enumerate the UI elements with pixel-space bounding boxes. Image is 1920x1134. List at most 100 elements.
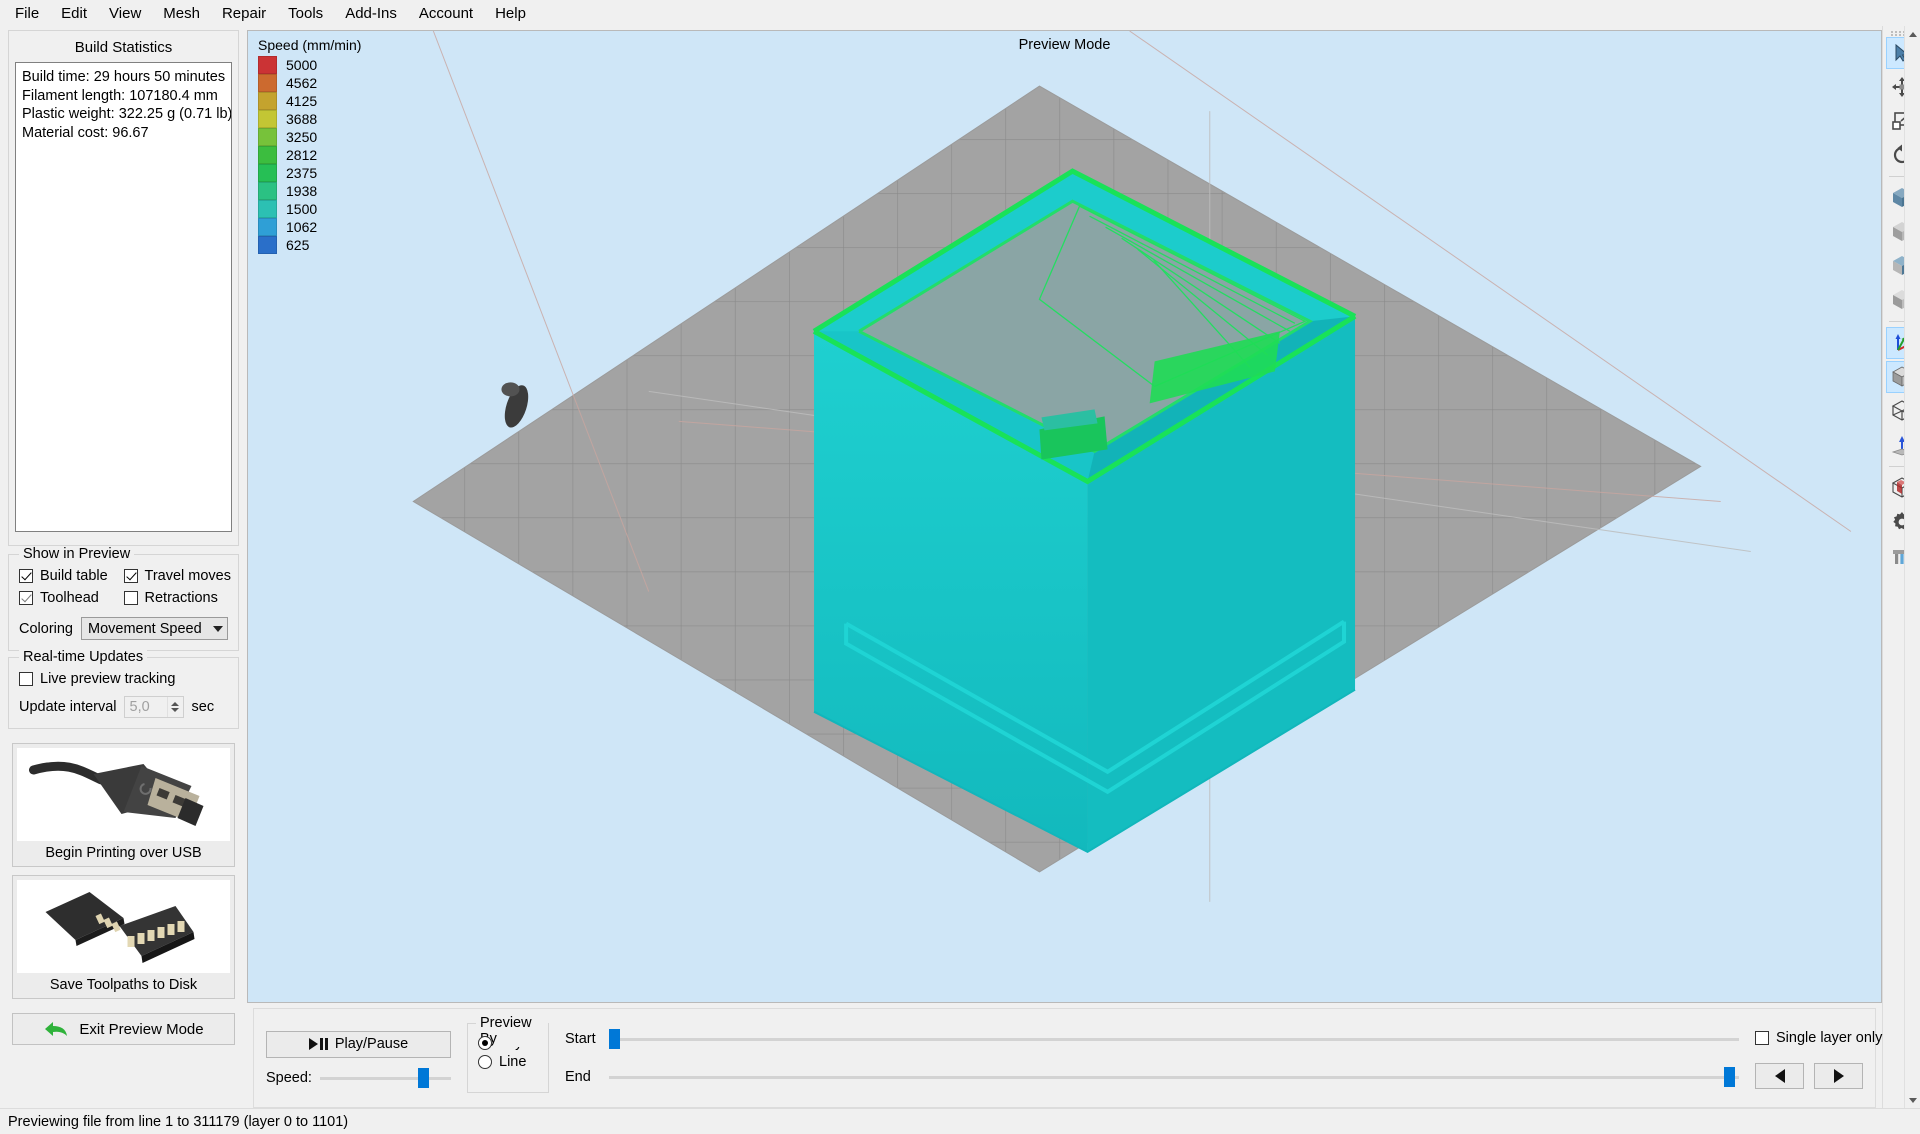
start-slider-thumb[interactable] [609, 1029, 620, 1049]
menu-item-help[interactable]: Help [484, 2, 537, 25]
checkbox-retractions[interactable]: Retractions [123, 590, 229, 606]
legend-value: 1500 [286, 201, 318, 217]
menu-item-repair[interactable]: Repair [211, 2, 277, 25]
next-layer-button[interactable] [1814, 1063, 1863, 1089]
menu-item-file[interactable]: File [4, 2, 50, 25]
legend-swatch [258, 56, 277, 74]
show-in-preview-group: Show in Preview Build table Travel moves… [8, 546, 239, 651]
coloring-dropdown[interactable]: Movement Speed [81, 617, 228, 640]
sd-card-icon [45, 892, 195, 963]
menu-item-tools[interactable]: Tools [277, 2, 334, 25]
coloring-label: Coloring [19, 620, 73, 637]
menu-bar: File Edit View Mesh Repair Tools Add-Ins… [0, 0, 1920, 26]
legend-swatch [258, 146, 277, 164]
triangle-right-icon [1833, 1069, 1844, 1083]
usb-icon [29, 761, 204, 826]
material-cost-line: Material cost: 96.67 [22, 124, 149, 141]
back-arrow-icon [45, 1022, 68, 1036]
layer-radio-button[interactable] [478, 1036, 492, 1050]
legend-row: 4125 [258, 92, 361, 110]
checkbox-live-preview-tracking[interactable]: Live preview tracking [19, 671, 228, 687]
stepper-arrows[interactable] [166, 697, 183, 717]
previous-layer-button[interactable] [1755, 1063, 1804, 1089]
legend-value: 4562 [286, 75, 318, 91]
legend-swatch [258, 164, 277, 182]
speed-slider-thumb[interactable] [418, 1067, 430, 1088]
legend-value: 1062 [286, 219, 318, 235]
toolhead-checkbox-box[interactable] [19, 591, 33, 605]
build-statistics-panel: Build Statistics Build time: 29 hours 50… [8, 30, 239, 546]
left-panel: Build Statistics Build time: 29 hours 50… [0, 26, 247, 1108]
viewport-column: Preview Mode Speed (mm/min) 5000 4562 41… [247, 26, 1882, 1108]
toolhead-marker [501, 382, 529, 428]
end-slider-thumb[interactable] [1724, 1067, 1736, 1087]
play-pause-icon [308, 1038, 328, 1050]
exit-preview-mode-button[interactable]: Exit Preview Mode [12, 1013, 235, 1045]
legend-row: 2812 [258, 146, 361, 164]
begin-printing-over-usb-button[interactable]: Begin Printing over USB [12, 743, 235, 867]
legend-swatch [258, 236, 277, 254]
checkbox-single-layer-only[interactable]: Single layer only [1755, 1030, 1882, 1046]
radio-preview-by-line[interactable]: Line [478, 1054, 540, 1070]
usb-button-label: Begin Printing over USB [45, 845, 202, 861]
travel-moves-label: Travel moves [144, 568, 231, 584]
3d-viewport[interactable]: Preview Mode Speed (mm/min) 5000 4562 41… [247, 30, 1882, 1003]
menu-item-view[interactable]: View [98, 2, 152, 25]
checkbox-toolhead[interactable]: Toolhead [19, 590, 124, 606]
preview-by-group: Preview By Layer Line [467, 1015, 549, 1093]
legend-value: 2812 [286, 147, 318, 163]
menu-item-edit[interactable]: Edit [50, 2, 98, 25]
update-interval-stepper[interactable]: 5,0 [123, 696, 184, 718]
scroll-down-button[interactable] [1905, 1092, 1920, 1108]
window-scrollbar[interactable] [1904, 26, 1920, 1108]
line-radio-label: Line [499, 1054, 527, 1070]
start-slider-track [609, 1038, 1739, 1041]
checkbox-travel-moves[interactable]: Travel moves [123, 568, 231, 584]
range-sliders: Start End [565, 1029, 1739, 1087]
legend-row: 1938 [258, 182, 361, 200]
menu-item-addins[interactable]: Add-Ins [334, 2, 408, 25]
nav-buttons [1755, 1063, 1863, 1089]
speed-label: Speed: [266, 1069, 312, 1086]
live-preview-checkbox-box[interactable] [19, 672, 33, 686]
end-slider-row: End [565, 1067, 1739, 1087]
legend-value: 4125 [286, 93, 318, 109]
update-interval-unit: sec [191, 699, 215, 715]
update-interval-row: Update interval 5,0 sec [19, 696, 228, 718]
build-time-line: Build time: 29 hours 50 minutes [22, 69, 226, 85]
triangle-left-icon [1774, 1069, 1785, 1083]
chevron-down-icon [213, 625, 223, 632]
build-statistics-title: Build Statistics [74, 39, 173, 56]
speed-row: Speed: [266, 1067, 451, 1088]
menu-item-mesh[interactable]: Mesh [152, 2, 211, 25]
application-window: File Edit View Mesh Repair Tools Add-Ins… [0, 0, 1920, 1134]
scroll-up-button[interactable] [1905, 26, 1920, 42]
save-toolpaths-to-disk-button[interactable]: Save Toolpaths to Disk [12, 875, 235, 999]
live-preview-label: Live preview tracking [40, 671, 176, 687]
legend-row: 2375 [258, 164, 361, 182]
retractions-checkbox-box[interactable] [123, 591, 138, 605]
show-in-preview-title: Show in Preview [19, 546, 135, 562]
legend-value: 625 [286, 237, 310, 253]
update-interval-value: 5,0 [129, 699, 150, 715]
start-label: Start [565, 1031, 596, 1047]
single-layer-checkbox-box[interactable] [1755, 1031, 1769, 1045]
play-pause-button[interactable]: Play/Pause [266, 1030, 451, 1058]
start-slider[interactable] [609, 1029, 1739, 1049]
legend-value: 3250 [286, 129, 318, 145]
menu-item-account[interactable]: Account [408, 2, 484, 25]
build-table-checkbox-box[interactable] [19, 569, 33, 583]
line-radio-button[interactable] [478, 1055, 492, 1069]
exit-button-label: Exit Preview Mode [79, 1020, 204, 1038]
build-table-label: Build table [40, 568, 108, 584]
end-slider[interactable] [609, 1067, 1739, 1087]
plastic-weight-line: Plastic weight: 322.25 g (0.71 lb) [22, 106, 232, 122]
end-slider-track [609, 1076, 1739, 1079]
checkbox-build-table[interactable]: Build table [19, 568, 124, 584]
travel-moves-checkbox-box[interactable] [123, 569, 138, 583]
legend-value: 5000 [286, 57, 318, 73]
speed-legend: Speed (mm/min) 5000 4562 4125 3688 3250 … [258, 37, 361, 254]
usb-connector-image [17, 748, 230, 841]
realtime-updates-title: Real-time Updates [19, 649, 148, 665]
speed-slider[interactable] [319, 1067, 451, 1088]
